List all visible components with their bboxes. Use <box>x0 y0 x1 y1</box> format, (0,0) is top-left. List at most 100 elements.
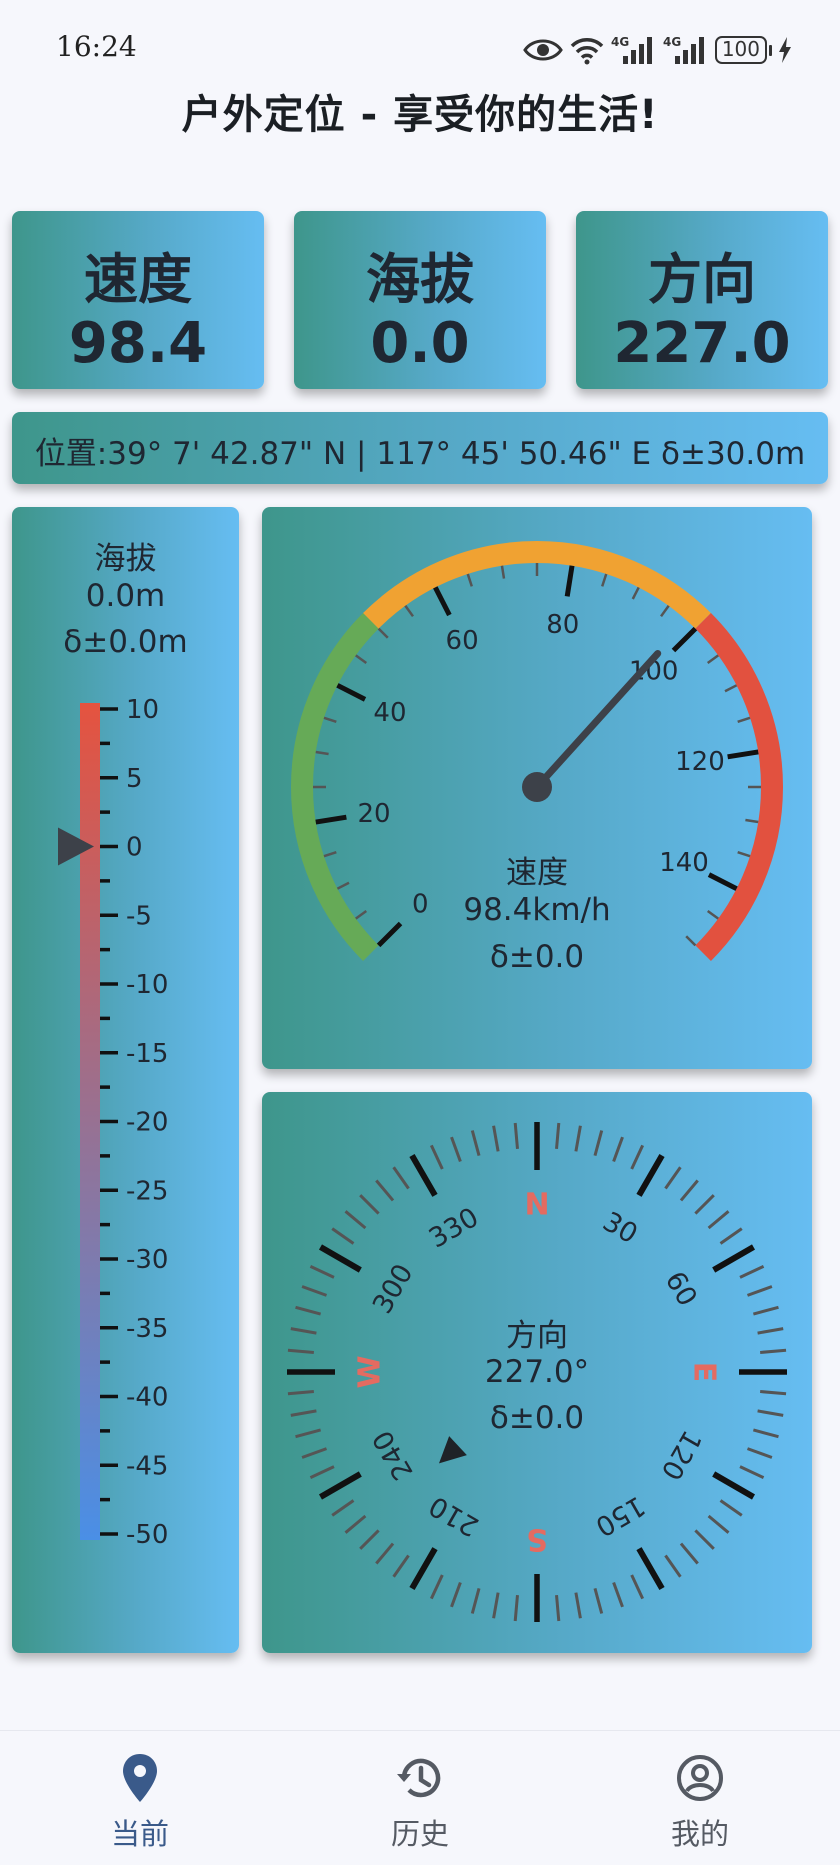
speed-minor-tick <box>660 605 670 618</box>
compass-minor-tick <box>719 1499 743 1517</box>
compass-card: N E S W 30 60 120 150 210 240 300 330 方向 227.0° δ±0… <box>262 1092 812 1653</box>
speed-major-tick <box>433 586 452 617</box>
compass-degree-label: 210 <box>424 1489 484 1542</box>
speed-gauge-accuracy: δ±0.0 <box>489 939 585 975</box>
compass-degree-label: 330 <box>424 1202 484 1255</box>
nav-current-label: 当前 <box>110 1817 169 1851</box>
direction-stat-value: 227.0 <box>613 311 791 376</box>
profile-icon <box>670 1753 730 1805</box>
altitude-scale-label: -15 <box>126 1039 168 1069</box>
speed-minor-tick <box>377 627 389 639</box>
compass-value: 227.0° <box>484 1354 590 1390</box>
speed-needle-hub <box>522 772 552 802</box>
compass-minor-tick <box>392 1166 410 1190</box>
altitude-scale-label: 10 <box>126 695 159 725</box>
status-time: 16:24 <box>56 30 137 63</box>
altitude-scale-label: -30 <box>126 1245 168 1275</box>
compass-minor-tick <box>375 1542 395 1565</box>
speed-tick-label: 120 <box>675 747 725 777</box>
nav-profile-label: 我的 <box>670 1817 729 1851</box>
signal-network-label: 4G <box>663 35 681 49</box>
compass-minor-tick <box>719 1227 743 1245</box>
speed-minor-tick <box>706 654 719 664</box>
location-card: 位置:39° 7' 42.87" N | 117° 45' 50.46" E δ… <box>12 412 828 484</box>
compass-minor-tick <box>287 1390 314 1396</box>
compass-minor-tick <box>555 1122 561 1149</box>
speed-major-tick <box>727 749 759 760</box>
compass-minor-tick <box>359 1194 380 1215</box>
altitude-scale-label: -20 <box>126 1108 168 1138</box>
speed-tick-label: 40 <box>373 698 406 728</box>
compass-minor-tick <box>612 1581 624 1608</box>
compass-degree-label: 150 <box>590 1489 650 1542</box>
speed-major-tick <box>564 565 575 597</box>
direction-stat-label: 方向 <box>648 248 756 311</box>
app-title: 户外定位 - 享受你的生活! <box>181 92 659 138</box>
battery-level: 100 <box>714 36 767 64</box>
altitude-scale-label: -10 <box>126 970 168 1000</box>
speed-minor-tick <box>724 684 738 693</box>
speed-minor-tick <box>500 565 506 579</box>
speed-arc-mid <box>363 541 711 629</box>
altitude-scale-label: -35 <box>126 1314 168 1344</box>
speed-gauge-value: 98.4km/h <box>463 892 611 928</box>
compass-minor-tick <box>331 1499 355 1517</box>
compass-minor-tick <box>513 1595 519 1622</box>
nav-history[interactable]: 历史 <box>320 1731 520 1865</box>
compass-minor-tick <box>301 1285 328 1297</box>
speed-minor-tick <box>355 654 368 664</box>
battery-icon: 100 <box>714 36 772 64</box>
location-text: 位置:39° 7' 42.87" N | 117° 45' 50.46" E δ… <box>34 436 806 472</box>
compass-minor-tick <box>429 1574 444 1600</box>
altitude-scale-label: 0 <box>126 833 143 863</box>
nav-profile[interactable]: 我的 <box>600 1731 800 1865</box>
compass-minor-tick <box>593 1130 604 1157</box>
compass-minor-tick <box>694 1529 715 1550</box>
compass-minor-tick <box>309 1264 335 1279</box>
speed-tick-label: 20 <box>357 799 390 829</box>
compass-minor-tick <box>359 1529 380 1550</box>
altitude-scale-label: 5 <box>126 764 143 794</box>
speed-stat-label: 速度 <box>84 248 192 311</box>
compass-minor-tick <box>664 1554 682 1578</box>
charging-bolt-icon <box>778 37 792 63</box>
compass-minor-tick <box>574 1125 582 1152</box>
speed-needle <box>533 649 662 791</box>
speed-minor-tick <box>631 586 640 600</box>
speed-minor-tick <box>466 573 473 587</box>
altitude-stat-value: 0.0 <box>370 311 470 376</box>
compass-major-tick <box>636 1153 665 1197</box>
eye-icon <box>523 37 563 63</box>
compass-minor-tick <box>746 1285 773 1297</box>
compass-cardinal-label: S <box>526 1522 548 1557</box>
compass-cardinal-label: N <box>524 1188 549 1223</box>
speed-minor-tick <box>315 750 329 756</box>
compass-minor-tick <box>630 1574 645 1600</box>
compass-minor-tick <box>739 1465 765 1480</box>
speed-minor-tick <box>323 716 337 723</box>
altitude-scale-label: -25 <box>126 1176 168 1206</box>
nav-current[interactable]: 当前 <box>40 1731 240 1865</box>
compass-minor-tick <box>392 1554 410 1578</box>
compass-minor-tick <box>574 1592 582 1619</box>
status-bar: 16:24 4G 4G 100 <box>0 0 840 70</box>
altitude-stat-label: 海拔 <box>366 248 474 311</box>
speed-minor-tick <box>601 573 608 587</box>
history-icon <box>390 1753 450 1805</box>
altitude-gauge-card: 海拔 0.0m δ±0.0m 10 5 0 -5 -10 -15 -20 -25 -30 -35-… <box>12 507 239 1653</box>
compass-major-tick <box>318 1471 362 1500</box>
compass-minor-tick <box>694 1194 715 1215</box>
compass-minor-tick <box>344 1514 367 1534</box>
compass-degree-label: 30 <box>597 1206 642 1250</box>
speed-gauge-card: 0 20 40 60 80 100 120 140 速度 98.4km/h δ±0.0 <box>262 507 812 1069</box>
compass-minor-tick <box>679 1179 699 1202</box>
nav-history-label: 历史 <box>390 1817 449 1851</box>
altitude-scale-label: -5 <box>126 901 152 931</box>
speed-major-tick <box>671 626 698 653</box>
compass-major-tick <box>712 1471 756 1500</box>
bottom-nav: 当前 历史 我的 <box>0 1730 840 1865</box>
compass-minor-tick <box>309 1465 335 1480</box>
compass-minor-tick <box>739 1264 765 1279</box>
location-pin-icon <box>110 1753 170 1805</box>
altitude-scale: 10 5 0 -5 -10 -15 -20 -25 -30 -35 -40 -45 -50 <box>58 695 168 1550</box>
